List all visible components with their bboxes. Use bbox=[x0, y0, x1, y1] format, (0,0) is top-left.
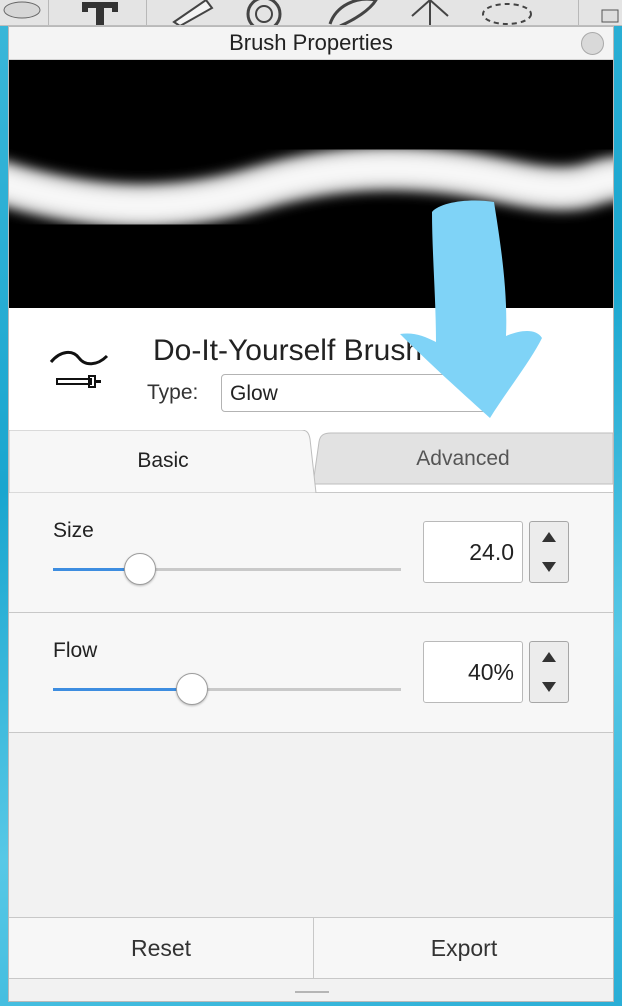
size-slider[interactable] bbox=[53, 553, 401, 585]
flow-label: Flow bbox=[53, 639, 98, 662]
brush-icon bbox=[45, 346, 109, 396]
resize-handle[interactable] bbox=[295, 991, 329, 993]
ellipse-guide-icon[interactable] bbox=[242, 0, 286, 25]
tab-basic-label: Basic bbox=[137, 449, 189, 472]
triangle-down-icon[interactable] bbox=[530, 672, 568, 702]
export-button[interactable]: Export bbox=[315, 918, 613, 978]
triangle-up-icon[interactable] bbox=[530, 642, 568, 672]
footer: Reset Export bbox=[9, 917, 613, 979]
tab-advanced[interactable]: Advanced bbox=[313, 433, 613, 484]
flow-value-input[interactable]: 40% bbox=[423, 641, 523, 703]
brush-header: Do-It-Yourself Brush Type: Glow bbox=[9, 308, 613, 430]
close-icon[interactable] bbox=[581, 32, 604, 55]
symmetry-icon[interactable] bbox=[480, 0, 532, 25]
triangle-up-icon[interactable] bbox=[530, 522, 568, 552]
brush-properties-panel: Brush Properties Do-It-Yourself Brush Ty… bbox=[8, 26, 614, 1002]
brush-stroke-preview bbox=[9, 60, 613, 308]
flow-slider[interactable] bbox=[53, 673, 401, 705]
text-tool-icon[interactable] bbox=[78, 0, 122, 25]
reset-button[interactable]: Reset bbox=[9, 918, 314, 978]
triangle-down-icon[interactable] bbox=[530, 552, 568, 582]
bucket-tool-icon[interactable] bbox=[0, 0, 44, 25]
basic-settings: Size 24.0 Flow 40% bbox=[9, 493, 613, 733]
flow-setting: Flow 40% bbox=[9, 613, 613, 733]
brush-name: Do-It-Yourself Brush bbox=[153, 334, 423, 367]
flow-slider-fill bbox=[53, 688, 192, 691]
title-bar[interactable]: Brush Properties bbox=[9, 27, 613, 60]
size-setting: Size 24.0 bbox=[9, 493, 613, 613]
flow-stepper[interactable] bbox=[529, 641, 569, 703]
size-value-input[interactable]: 24.0 bbox=[423, 521, 523, 583]
top-toolbar bbox=[0, 0, 622, 26]
more-tools-icon[interactable] bbox=[596, 0, 622, 25]
tab-basic[interactable]: Basic bbox=[9, 430, 317, 492]
ruler-tool-icon[interactable] bbox=[170, 0, 214, 25]
size-label: Size bbox=[53, 519, 94, 542]
size-stepper[interactable] bbox=[529, 521, 569, 583]
french-curve-icon[interactable] bbox=[326, 0, 378, 25]
window-title: Brush Properties bbox=[229, 30, 393, 55]
flow-slider-thumb[interactable] bbox=[176, 673, 208, 705]
perspective-icon[interactable] bbox=[408, 0, 452, 25]
size-slider-thumb[interactable] bbox=[124, 553, 156, 585]
type-select[interactable]: Glow bbox=[221, 374, 491, 412]
type-label: Type: bbox=[147, 381, 199, 404]
tab-advanced-label: Advanced bbox=[416, 446, 510, 470]
tab-bar: Advanced Basic bbox=[9, 430, 613, 493]
